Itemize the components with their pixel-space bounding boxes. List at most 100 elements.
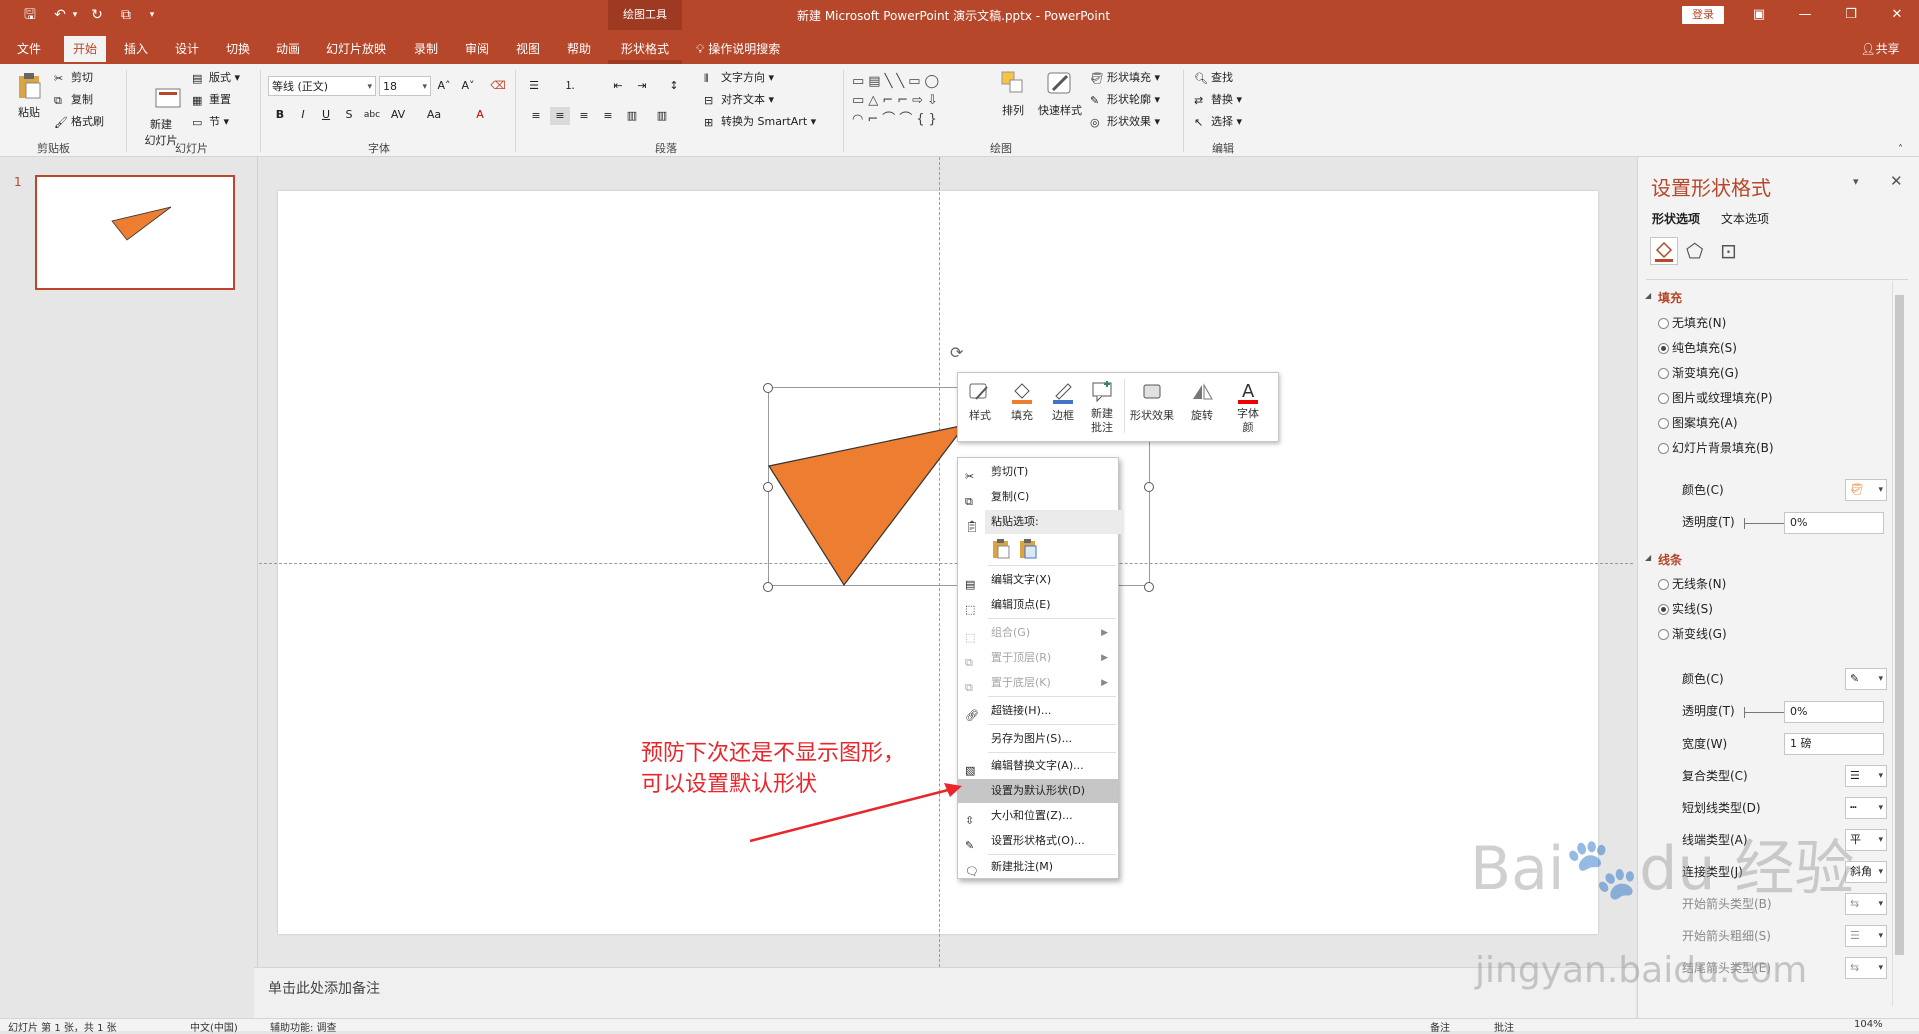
radio-gradient-fill[interactable]: 渐变填充(G) bbox=[1658, 365, 1739, 381]
shape-fill-button[interactable]: 🪣︎ 形状填充 ▾ bbox=[1090, 70, 1160, 86]
begin-size-dropdown[interactable]: ☰ bbox=[1845, 925, 1887, 947]
fill-line-tab[interactable] bbox=[1650, 237, 1678, 265]
fill-color-picker[interactable]: 🪣︎ bbox=[1845, 479, 1887, 501]
menu-item-size-position[interactable]: ⇳ 大小和位置(Z)... bbox=[958, 804, 1118, 828]
minimize-icon[interactable]: — bbox=[1782, 4, 1828, 26]
tab-file[interactable]: 文件 bbox=[10, 36, 48, 62]
line-transparency-slider[interactable] bbox=[1744, 707, 1784, 718]
menu-item-edit-points[interactable]: ⬚ 编辑顶点(E) bbox=[958, 593, 1118, 617]
end-arrow-dropdown[interactable]: ⇆ bbox=[1845, 957, 1887, 979]
increase-indent-icon[interactable]: ⇥ bbox=[632, 77, 652, 95]
menu-item-hyperlink[interactable]: 🔗︎ 超链接(H)... bbox=[958, 699, 1118, 723]
present-icon[interactable]: ⧉ bbox=[116, 6, 136, 24]
resize-handle[interactable] bbox=[763, 582, 773, 592]
mini-font-color-button[interactable]: A 字体 颜 bbox=[1228, 379, 1268, 435]
clear-format-icon[interactable]: ⌫ bbox=[488, 77, 508, 95]
slide-thumbnail[interactable] bbox=[35, 175, 235, 290]
grow-font-icon[interactable]: A˄ bbox=[434, 77, 454, 95]
mini-fill-button[interactable]: 填充 bbox=[1002, 379, 1042, 423]
resize-handle[interactable] bbox=[763, 383, 773, 393]
notes-area[interactable]: 单击此处添加备注 bbox=[254, 967, 1636, 1018]
smartart-button[interactable]: ⊞ 转换为 SmartArt ▾ bbox=[704, 114, 816, 130]
font-name-combo[interactable]: 等线 (正文) bbox=[268, 76, 376, 97]
resize-handle[interactable] bbox=[1144, 582, 1154, 592]
tab-review[interactable]: 审阅 bbox=[457, 36, 497, 62]
justify-icon[interactable]: ≡ bbox=[598, 107, 618, 125]
rotate-handle-icon[interactable]: ⟳ bbox=[950, 343, 963, 362]
radio-picture-fill[interactable]: 图片或纹理填充(P) bbox=[1658, 390, 1773, 406]
tab-help[interactable]: 帮助 bbox=[559, 36, 599, 62]
status-comments-button[interactable]: 批注 bbox=[1494, 1019, 1514, 1034]
pane-scrollbar[interactable] bbox=[1892, 281, 1907, 1006]
section-button[interactable]: ▭ 节 ▾ bbox=[192, 114, 229, 130]
line-transparency-input[interactable]: 0% bbox=[1784, 701, 1884, 723]
paste-keep-format-icon[interactable] bbox=[991, 538, 1011, 560]
shape-outline-button[interactable]: ✎ 形状轮廓 ▾ bbox=[1090, 92, 1160, 108]
select-button[interactable]: ↖ 选择 ▾ bbox=[1194, 114, 1242, 130]
strikethrough-icon[interactable]: abc bbox=[362, 106, 382, 124]
change-case-icon[interactable]: Aa bbox=[424, 106, 444, 124]
paste-picture-icon[interactable] bbox=[1018, 538, 1038, 560]
shadow-icon[interactable]: S bbox=[339, 106, 359, 124]
tab-design[interactable]: 设计 bbox=[167, 36, 207, 62]
menu-item-format-shape[interactable]: ✎ 设置形状格式(O)... bbox=[958, 829, 1118, 853]
align-left-icon[interactable]: ≡ bbox=[526, 107, 546, 125]
align-text-button[interactable]: ⊟ 对齐文本 ▾ bbox=[704, 92, 774, 108]
pane-options-icon[interactable]: ▾ bbox=[1853, 175, 1859, 188]
login-button[interactable]: 登录 bbox=[1682, 6, 1724, 24]
shrink-font-icon[interactable]: A˅ bbox=[458, 77, 478, 95]
tab-home[interactable]: 开始 bbox=[64, 36, 106, 62]
bullets-icon[interactable]: ☰ bbox=[524, 77, 544, 95]
shape-effects-button[interactable]: ◎ 形状效果 ▾ bbox=[1090, 114, 1160, 130]
tab-view[interactable]: 视图 bbox=[508, 36, 548, 62]
quick-styles-button[interactable]: 快速样式 bbox=[1034, 70, 1086, 119]
mini-new-comment-button[interactable]: 新建 批注 bbox=[1082, 379, 1122, 435]
font-color-icon[interactable]: A bbox=[470, 106, 490, 124]
mini-style-button[interactable]: 样式 bbox=[960, 379, 1000, 423]
resize-handle[interactable] bbox=[1144, 482, 1154, 492]
menu-item-set-default-shape[interactable]: 设置为默认形状(D) bbox=[958, 779, 1118, 803]
find-button[interactable]: 🔍︎ 查找 bbox=[1194, 70, 1233, 86]
ribbon-display-icon[interactable]: ▣ bbox=[1736, 4, 1782, 26]
align-center-icon[interactable]: ≡ bbox=[550, 107, 570, 125]
line-color-picker[interactable]: ✎ bbox=[1845, 668, 1887, 690]
status-language[interactable]: 中文(中国) bbox=[190, 1019, 238, 1034]
close-pane-icon[interactable]: ✕ bbox=[1890, 172, 1903, 190]
tab-shape-options[interactable]: 形状选项 bbox=[1652, 210, 1700, 227]
radio-no-fill[interactable]: 无填充(N) bbox=[1657, 315, 1726, 331]
menu-item-new-comment[interactable]: 🗨︎ 新建批注(M) bbox=[958, 855, 1118, 879]
redo-icon[interactable]: ↻ bbox=[87, 6, 107, 24]
close-window-icon[interactable]: ✕ bbox=[1874, 4, 1919, 26]
menu-item-cut[interactable]: ✂ 剪切(T) bbox=[958, 460, 1118, 484]
menu-item-alt-text[interactable]: ▧ 编辑替换文字(A)... bbox=[958, 754, 1118, 778]
pane-scrollbar-thumb[interactable] bbox=[1895, 295, 1904, 955]
fill-transparency-slider[interactable] bbox=[1744, 518, 1784, 529]
effects-tab-icon[interactable]: ⬠ bbox=[1686, 239, 1703, 263]
radio-pattern-fill[interactable]: 图案填充(A) bbox=[1658, 415, 1738, 431]
italic-icon[interactable]: I bbox=[293, 106, 313, 124]
text-direction-button[interactable]: ⫴ 文字方向 ▾ bbox=[704, 70, 774, 86]
mini-effects-button[interactable]: 形状效果 bbox=[1126, 379, 1178, 423]
replace-button[interactable]: ⇄ 替换 ▾ bbox=[1194, 92, 1242, 108]
save-icon[interactable]: 🖫 bbox=[20, 6, 40, 24]
arrange-button[interactable]: 排列 bbox=[996, 70, 1030, 119]
tab-shape-format[interactable]: 形状格式 bbox=[612, 36, 678, 62]
line-spacing-icon[interactable]: ↕ bbox=[664, 77, 684, 95]
mini-rotate-button[interactable]: 旋转 bbox=[1182, 379, 1222, 423]
layout-button[interactable]: ▤ 版式 ▾ bbox=[192, 70, 240, 86]
radio-gradient-line[interactable]: 渐变线(G) bbox=[1658, 626, 1727, 642]
status-notes-button[interactable]: 备注 bbox=[1430, 1019, 1450, 1034]
numbering-icon[interactable]: ⒈ bbox=[560, 77, 580, 95]
radio-solid-line[interactable]: 实线(S) bbox=[1658, 601, 1713, 617]
mini-outline-button[interactable]: 边框 bbox=[1043, 379, 1083, 423]
menu-item-edit-text[interactable]: ▤ 编辑文字(X) bbox=[958, 568, 1118, 592]
copy-button[interactable]: ⧉ 复制 bbox=[54, 92, 93, 108]
reset-button[interactable]: ▦ 重置 bbox=[192, 92, 231, 108]
fill-transparency-input[interactable]: 0% bbox=[1784, 512, 1884, 534]
tab-record[interactable]: 录制 bbox=[406, 36, 446, 62]
compound-type-dropdown[interactable]: ☰ bbox=[1845, 765, 1887, 787]
shapes-gallery[interactable]: ▭▤╲╲▭◯ ▭△⌐⌐⇨⇩ ◠⌐⌒⌒{} bbox=[852, 72, 980, 132]
line-section-header[interactable]: 线条 bbox=[1645, 551, 1682, 568]
decrease-indent-icon[interactable]: ⇤ bbox=[608, 77, 628, 95]
distribute-icon[interactable]: ▥ bbox=[622, 107, 642, 125]
